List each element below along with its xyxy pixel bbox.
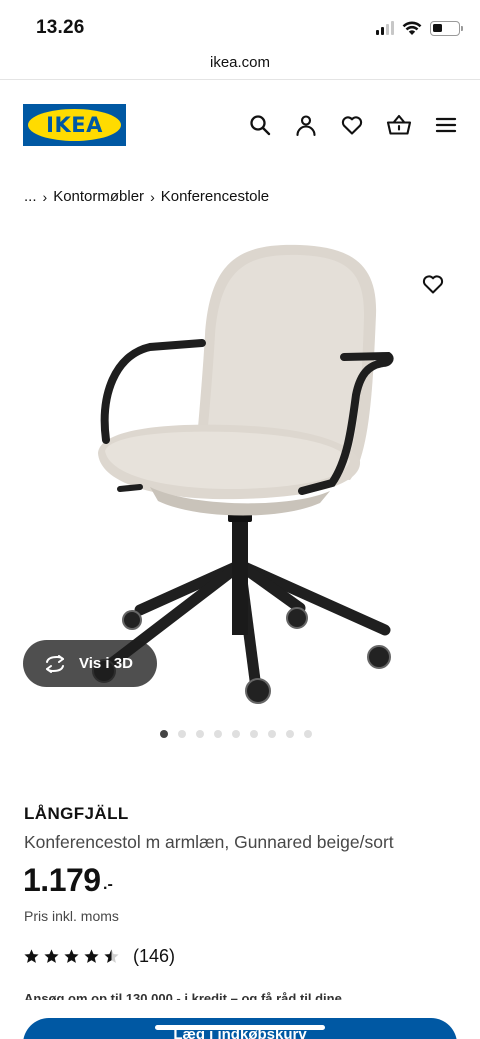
- star-icon: [24, 949, 39, 963]
- product-rating[interactable]: (146): [23, 946, 175, 967]
- search-icon[interactable]: [248, 113, 272, 137]
- chevron-right-icon: ›: [150, 188, 155, 205]
- carousel-dot[interactable]: [178, 730, 186, 738]
- star-icon: [104, 949, 119, 963]
- carousel-dot[interactable]: [304, 730, 312, 738]
- view-in-3d-button[interactable]: Vis i 3D: [23, 640, 157, 687]
- ikea-logo[interactable]: IKEA: [23, 104, 126, 146]
- breadcrumb-ellipsis[interactable]: ...: [24, 188, 37, 205]
- url-text: ikea.com: [209, 54, 271, 71]
- rotate-3d-icon: [46, 654, 64, 673]
- shopping-basket-icon[interactable]: [386, 113, 412, 137]
- carousel-dot[interactable]: [232, 730, 240, 738]
- profile-icon[interactable]: [294, 113, 318, 137]
- home-indicator: [155, 1025, 325, 1030]
- chevron-right-icon: ›: [42, 188, 48, 205]
- image-carousel-dots[interactable]: [160, 730, 312, 738]
- breadcrumb-item-kontormobler[interactable]: Kontormøbler: [53, 188, 144, 205]
- view-in-3d-label: Vis i 3D: [79, 655, 133, 672]
- menu-hamburger-icon[interactable]: [434, 113, 458, 137]
- add-to-favourites-heart-icon[interactable]: [421, 272, 445, 296]
- carousel-dot[interactable]: [286, 730, 294, 738]
- star-icon: [64, 949, 79, 963]
- carousel-dot[interactable]: [268, 730, 276, 738]
- product-description: Konferencestol m armlæn, Gunnared beige/…: [24, 832, 394, 852]
- site-header: IKEA: [0, 80, 480, 170]
- credit-offer-text[interactable]: Ansøg om op til 130.000,- i kredit – og …: [24, 988, 480, 1000]
- cellular-signal-icon: [376, 21, 394, 35]
- price-suffix: .-: [103, 876, 113, 893]
- breadcrumb: ... › Kontormøbler › Konferencestole: [24, 188, 269, 205]
- status-icons: [376, 18, 463, 38]
- product-price: 1.179: [23, 862, 101, 898]
- product-image-gallery[interactable]: Vis i 3D: [0, 225, 480, 720]
- favourites-heart-icon[interactable]: [340, 113, 364, 137]
- carousel-dot[interactable]: [250, 730, 258, 738]
- reviews-count[interactable]: (146): [133, 946, 175, 967]
- star-icon: [44, 949, 59, 963]
- star-icon: [84, 949, 99, 963]
- product-name: LÅNGFJÄLL: [24, 804, 129, 823]
- price-note: Pris inkl. moms: [24, 908, 119, 924]
- status-bar: 13.26: [0, 0, 480, 50]
- battery-icon: [430, 20, 463, 36]
- rating-stars: [23, 948, 120, 965]
- breadcrumb-item-konferencestole[interactable]: Konferencestole: [161, 188, 269, 205]
- status-time: 13.26: [36, 17, 85, 38]
- browser-url-bar[interactable]: ikea.com: [0, 50, 480, 80]
- carousel-dot[interactable]: [196, 730, 204, 738]
- carousel-dot[interactable]: [214, 730, 222, 738]
- carousel-dot[interactable]: [160, 730, 168, 738]
- wifi-icon: [402, 21, 422, 35]
